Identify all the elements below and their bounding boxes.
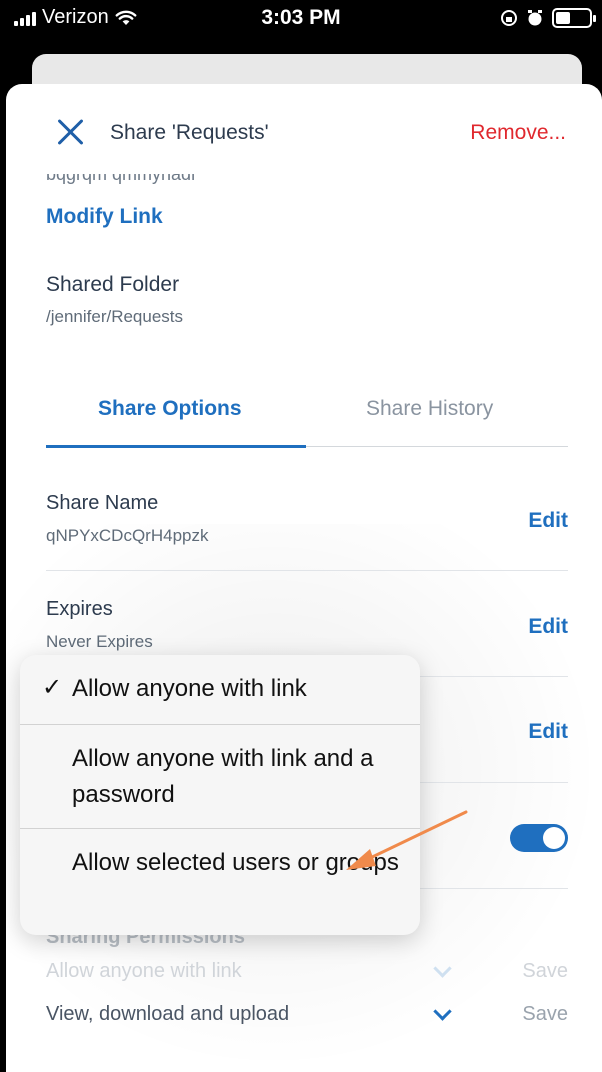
share-name-edit-button[interactable]: Edit bbox=[528, 509, 568, 533]
menu-item-anyone-with-password[interactable]: Allow anyone with link and a password bbox=[20, 725, 420, 829]
shared-folder-path: /jennifer/Requests bbox=[46, 307, 184, 326]
permission-rights-value: View, download and upload bbox=[46, 1003, 290, 1025]
page-title: Share 'Requests' bbox=[110, 121, 269, 144]
share-name-row: Share Name qNPYxCDcQrH4ppzk Edit bbox=[46, 476, 568, 571]
share-name-value: qNPYxCDcQrH4ppzk bbox=[46, 526, 209, 545]
status-bar: Verizon 3:03 PM bbox=[0, 0, 602, 38]
chevron-down-icon[interactable] bbox=[434, 1007, 450, 1023]
permission-rights-save-button[interactable]: Save bbox=[522, 1003, 568, 1026]
battery-icon bbox=[552, 8, 596, 28]
permission-row-access[interactable]: Allow anyone with link Save bbox=[46, 960, 568, 990]
remove-button[interactable]: Remove... bbox=[470, 121, 566, 145]
alarm-icon bbox=[528, 10, 542, 26]
link-url-partial: bqgrqm qmmynadi bbox=[46, 174, 196, 184]
chevron-down-icon[interactable] bbox=[434, 964, 450, 980]
access-edit-button[interactable]: Edit bbox=[528, 720, 568, 744]
tab-share-history[interactable]: Share History bbox=[366, 397, 493, 421]
permission-access-value: Allow anyone with link bbox=[46, 960, 242, 982]
share-toggle[interactable] bbox=[510, 824, 568, 852]
sheet-header: Share 'Requests' Remove... bbox=[6, 84, 602, 180]
access-options-menu: ✓ Allow anyone with link Allow anyone wi… bbox=[20, 655, 420, 935]
menu-item-label: Allow selected users or groups bbox=[72, 849, 399, 876]
menu-item-label: Allow anyone with link and a password bbox=[72, 745, 374, 808]
active-tab-indicator bbox=[46, 445, 306, 448]
shared-folder-label: Shared Folder bbox=[46, 273, 180, 296]
tab-share-options[interactable]: Share Options bbox=[98, 397, 242, 421]
expires-value: Never Expires bbox=[46, 632, 153, 651]
modify-link-button[interactable]: Modify Link bbox=[46, 205, 163, 229]
menu-item-anyone-with-link[interactable]: ✓ Allow anyone with link bbox=[20, 655, 420, 725]
expires-edit-button[interactable]: Edit bbox=[528, 615, 568, 639]
permission-access-save-button[interactable]: Save bbox=[522, 960, 568, 983]
status-icons bbox=[500, 8, 596, 28]
permission-row-rights[interactable]: View, download and upload Save bbox=[46, 1003, 568, 1033]
menu-item-selected-users[interactable]: Allow selected users or groups bbox=[20, 829, 420, 935]
share-name-label: Share Name bbox=[46, 492, 159, 514]
checkmark-icon: ✓ bbox=[42, 674, 63, 701]
expires-label: Expires bbox=[46, 598, 113, 620]
orientation-lock-icon bbox=[501, 10, 517, 26]
menu-item-label: Allow anyone with link bbox=[72, 675, 307, 702]
close-icon[interactable] bbox=[56, 117, 86, 147]
